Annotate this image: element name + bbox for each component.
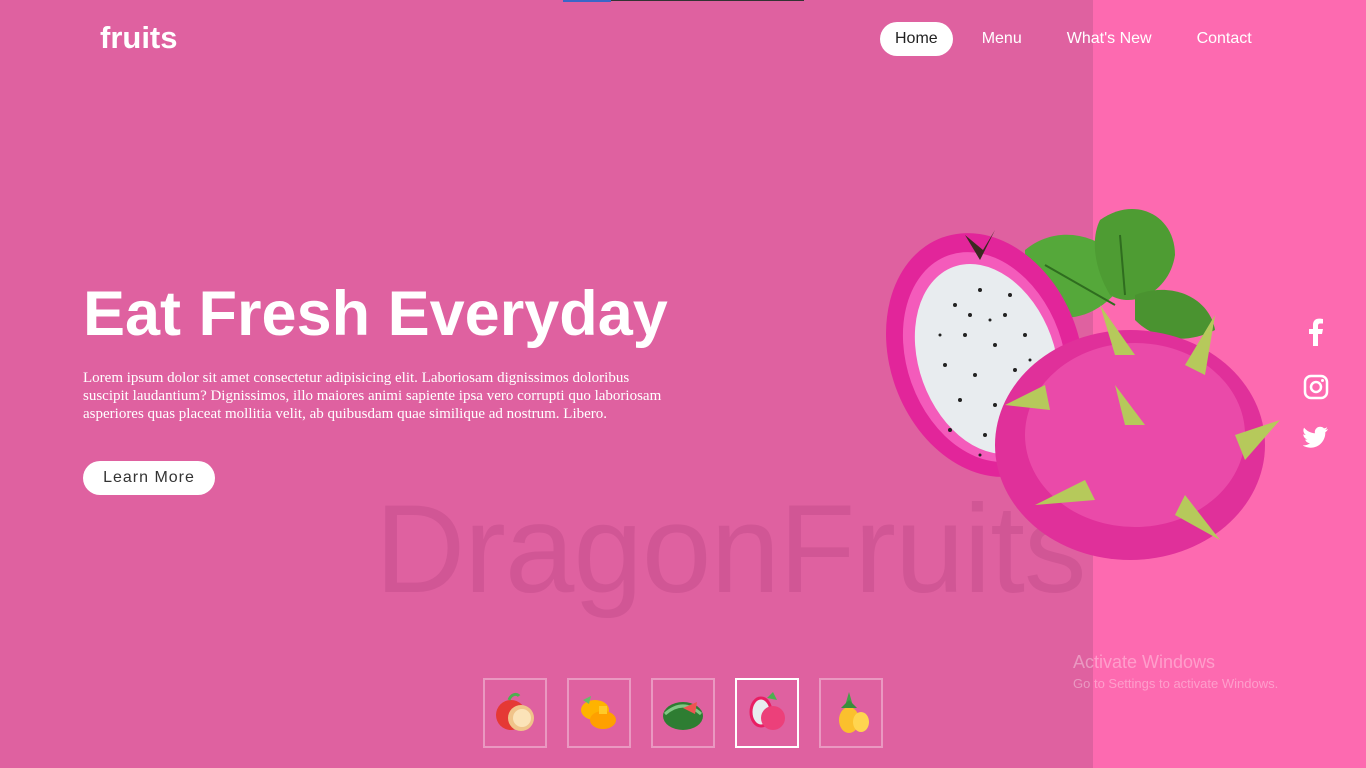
hero-description: Lorem ipsum dolor sit amet consectetur a… xyxy=(83,370,662,422)
instagram-icon[interactable] xyxy=(1300,371,1332,403)
learn-more-button[interactable]: Learn More xyxy=(83,461,215,495)
thumbnail-watermelon[interactable] xyxy=(651,678,715,748)
thumbnail-apple[interactable] xyxy=(483,678,547,748)
mango-icon xyxy=(581,696,616,729)
activation-title: Activate Windows xyxy=(1073,652,1216,672)
dragon-fruit-image xyxy=(886,208,1280,560)
top-progress-track xyxy=(611,0,804,1)
dragon-fruit-icon xyxy=(749,692,785,730)
fruit-thumbnails xyxy=(483,678,903,748)
nav-menu[interactable]: Menu xyxy=(967,22,1037,56)
pineapple-icon xyxy=(839,692,869,733)
nav-contact[interactable]: Contact xyxy=(1182,22,1267,56)
hero-title: Eat Fresh Everyday xyxy=(83,279,668,349)
windows-activation-overlay: Activate Windows Go to Settings to activ… xyxy=(1073,652,1278,691)
nav-whats-new[interactable]: What's New xyxy=(1052,22,1167,56)
twitter-icon[interactable] xyxy=(1300,421,1332,453)
top-progress-bar xyxy=(563,0,611,2)
thumbnail-pineapple[interactable] xyxy=(819,678,883,748)
facebook-icon[interactable] xyxy=(1300,316,1332,348)
apple-icon xyxy=(496,692,534,731)
activation-subtitle: Go to Settings to activate Windows. xyxy=(1073,676,1279,691)
watermelon-icon xyxy=(663,702,703,730)
thumbnail-mango[interactable] xyxy=(567,678,631,748)
nav-home[interactable]: Home xyxy=(880,22,953,56)
thumbnail-dragon-fruit[interactable] xyxy=(735,678,799,748)
main-nav: Home Menu What's New Contact xyxy=(880,22,1267,56)
site-logo[interactable]: fruits xyxy=(100,20,178,56)
